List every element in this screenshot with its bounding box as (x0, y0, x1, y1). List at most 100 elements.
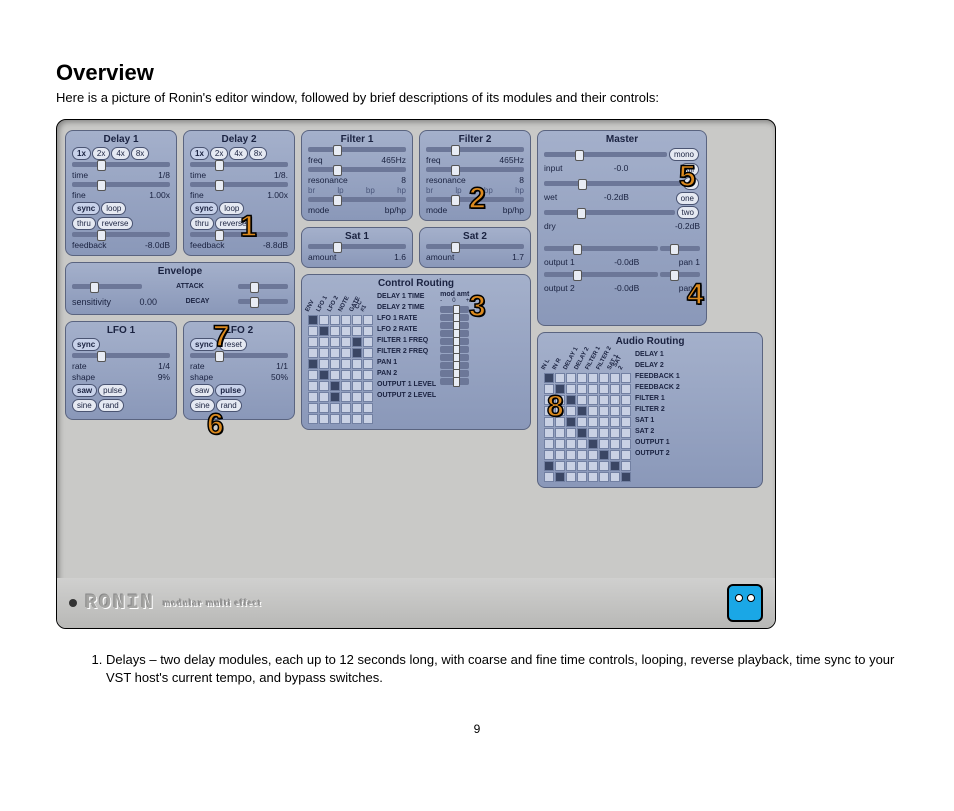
aud-grid-cell[interactable] (544, 384, 554, 394)
aud-grid-cell[interactable] (588, 417, 598, 427)
ctrl-grid-cell[interactable] (363, 392, 373, 402)
master-input-slider[interactable] (544, 152, 667, 157)
ctrl-grid-cell[interactable] (341, 370, 351, 380)
aud-grid-cell[interactable] (577, 472, 587, 482)
aud-grid-cell[interactable] (544, 406, 554, 416)
ctrl-grid-cell[interactable] (308, 381, 318, 391)
aud-grid-cell[interactable] (610, 406, 620, 416)
lfo2-saw[interactable]: saw (190, 384, 214, 397)
aud-grid-cell[interactable] (555, 450, 565, 460)
lfo1-saw[interactable]: saw (72, 384, 97, 397)
ctrl-grid-cell[interactable] (330, 370, 340, 380)
delay1-mult-8x[interactable]: 8x (131, 147, 149, 160)
modamt-slider[interactable] (440, 314, 469, 321)
aud-grid-cell[interactable] (599, 439, 609, 449)
lfo2-sine[interactable]: sine (190, 399, 215, 412)
aud-grid-cell[interactable] (588, 395, 598, 405)
aud-grid-cell[interactable] (610, 439, 620, 449)
master-kill[interactable]: kill (680, 163, 699, 176)
delay1-sync[interactable]: sync (72, 202, 100, 215)
aud-grid-cell[interactable] (566, 395, 576, 405)
aud-grid-cell[interactable] (566, 472, 576, 482)
ctrl-grid-cell[interactable] (308, 359, 318, 369)
lfo1-sine[interactable]: sine (72, 399, 97, 412)
aud-grid-cell[interactable] (566, 439, 576, 449)
modamt-slider[interactable] (440, 362, 469, 369)
aud-grid-cell[interactable] (621, 417, 631, 427)
ctrl-grid-cell[interactable] (330, 359, 340, 369)
modamt-slider[interactable] (440, 330, 469, 337)
aud-grid-cell[interactable] (588, 472, 598, 482)
aud-grid-cell[interactable] (599, 472, 609, 482)
ctrl-grid-cell[interactable] (319, 359, 329, 369)
ctrl-routing-grid[interactable] (308, 315, 373, 424)
aud-grid-cell[interactable] (544, 395, 554, 405)
aud-grid-cell[interactable] (621, 472, 631, 482)
aud-grid-cell[interactable] (555, 406, 565, 416)
lfo1-pulse[interactable]: pulse (98, 384, 127, 397)
aud-grid-cell[interactable] (621, 406, 631, 416)
ctrl-grid-cell[interactable] (319, 315, 329, 325)
filter2-mode-slider[interactable] (426, 197, 524, 202)
ctrl-grid-cell[interactable] (341, 326, 351, 336)
aud-grid-cell[interactable] (610, 395, 620, 405)
ctrl-grid-cell[interactable] (363, 326, 373, 336)
aud-grid-cell[interactable] (588, 428, 598, 438)
ctrl-grid-cell[interactable] (308, 392, 318, 402)
ctrl-grid-cell[interactable] (308, 315, 318, 325)
aud-grid-cell[interactable] (555, 439, 565, 449)
aud-grid-cell[interactable] (555, 472, 565, 482)
aud-grid-cell[interactable] (555, 395, 565, 405)
aud-grid-cell[interactable] (577, 384, 587, 394)
filter1-freq-slider[interactable] (308, 147, 406, 152)
delay1-mult-4x[interactable]: 4x (111, 147, 129, 160)
filter2-freq-slider[interactable] (426, 147, 524, 152)
master-out2-slider[interactable] (544, 272, 658, 277)
aud-grid-cell[interactable] (621, 439, 631, 449)
aud-grid-cell[interactable] (577, 461, 587, 471)
aud-grid-cell[interactable] (544, 417, 554, 427)
ctrl-grid-cell[interactable] (319, 381, 329, 391)
aud-grid-cell[interactable] (599, 373, 609, 383)
aud-grid-cell[interactable] (621, 395, 631, 405)
aud-grid-cell[interactable] (555, 428, 565, 438)
delay2-reverse[interactable]: reverse (215, 217, 252, 230)
delay1-loop[interactable]: loop (101, 202, 126, 215)
aud-grid-cell[interactable] (577, 373, 587, 383)
aud-grid-cell[interactable] (555, 384, 565, 394)
aud-grid-cell[interactable] (566, 428, 576, 438)
aud-grid-cell[interactable] (544, 373, 554, 383)
ctrl-grid-cell[interactable] (341, 392, 351, 402)
ctrl-grid-cell[interactable] (352, 381, 362, 391)
delay2-sync[interactable]: sync (190, 202, 218, 215)
aud-grid-cell[interactable] (577, 450, 587, 460)
ctrl-grid-cell[interactable] (363, 315, 373, 325)
master-pan2-slider[interactable] (660, 272, 700, 277)
ctrl-grid-cell[interactable] (341, 381, 351, 391)
delay2-loop[interactable]: loop (219, 202, 244, 215)
aud-grid-cell[interactable] (588, 373, 598, 383)
ctrl-grid-cell[interactable] (330, 348, 340, 358)
envelope-attack-slider[interactable] (238, 284, 288, 289)
aud-grid-cell[interactable] (555, 373, 565, 383)
ctrl-grid-cell[interactable] (352, 315, 362, 325)
ctrl-grid-cell[interactable] (352, 359, 362, 369)
ctrl-grid-cell[interactable] (341, 315, 351, 325)
ctrl-grid-cell[interactable] (352, 337, 362, 347)
aud-grid-cell[interactable] (599, 384, 609, 394)
aud-grid-cell[interactable] (599, 417, 609, 427)
modamt-slider[interactable] (440, 338, 469, 345)
aud-grid-cell[interactable] (566, 461, 576, 471)
sat2-amount-slider[interactable] (426, 244, 524, 249)
aud-grid-cell[interactable] (599, 450, 609, 460)
ctrl-grid-cell[interactable] (341, 348, 351, 358)
ctrl-grid-cell[interactable] (319, 348, 329, 358)
ctrl-grid-cell[interactable] (363, 414, 373, 424)
lfo2-rand[interactable]: rand (216, 399, 242, 412)
ctrl-grid-cell[interactable] (308, 337, 318, 347)
aud-grid-cell[interactable] (610, 384, 620, 394)
aud-grid-cell[interactable] (599, 406, 609, 416)
envelope-decay-slider[interactable] (238, 299, 288, 304)
ctrl-modamt-sliders[interactable] (440, 306, 469, 385)
aud-grid-cell[interactable] (544, 428, 554, 438)
